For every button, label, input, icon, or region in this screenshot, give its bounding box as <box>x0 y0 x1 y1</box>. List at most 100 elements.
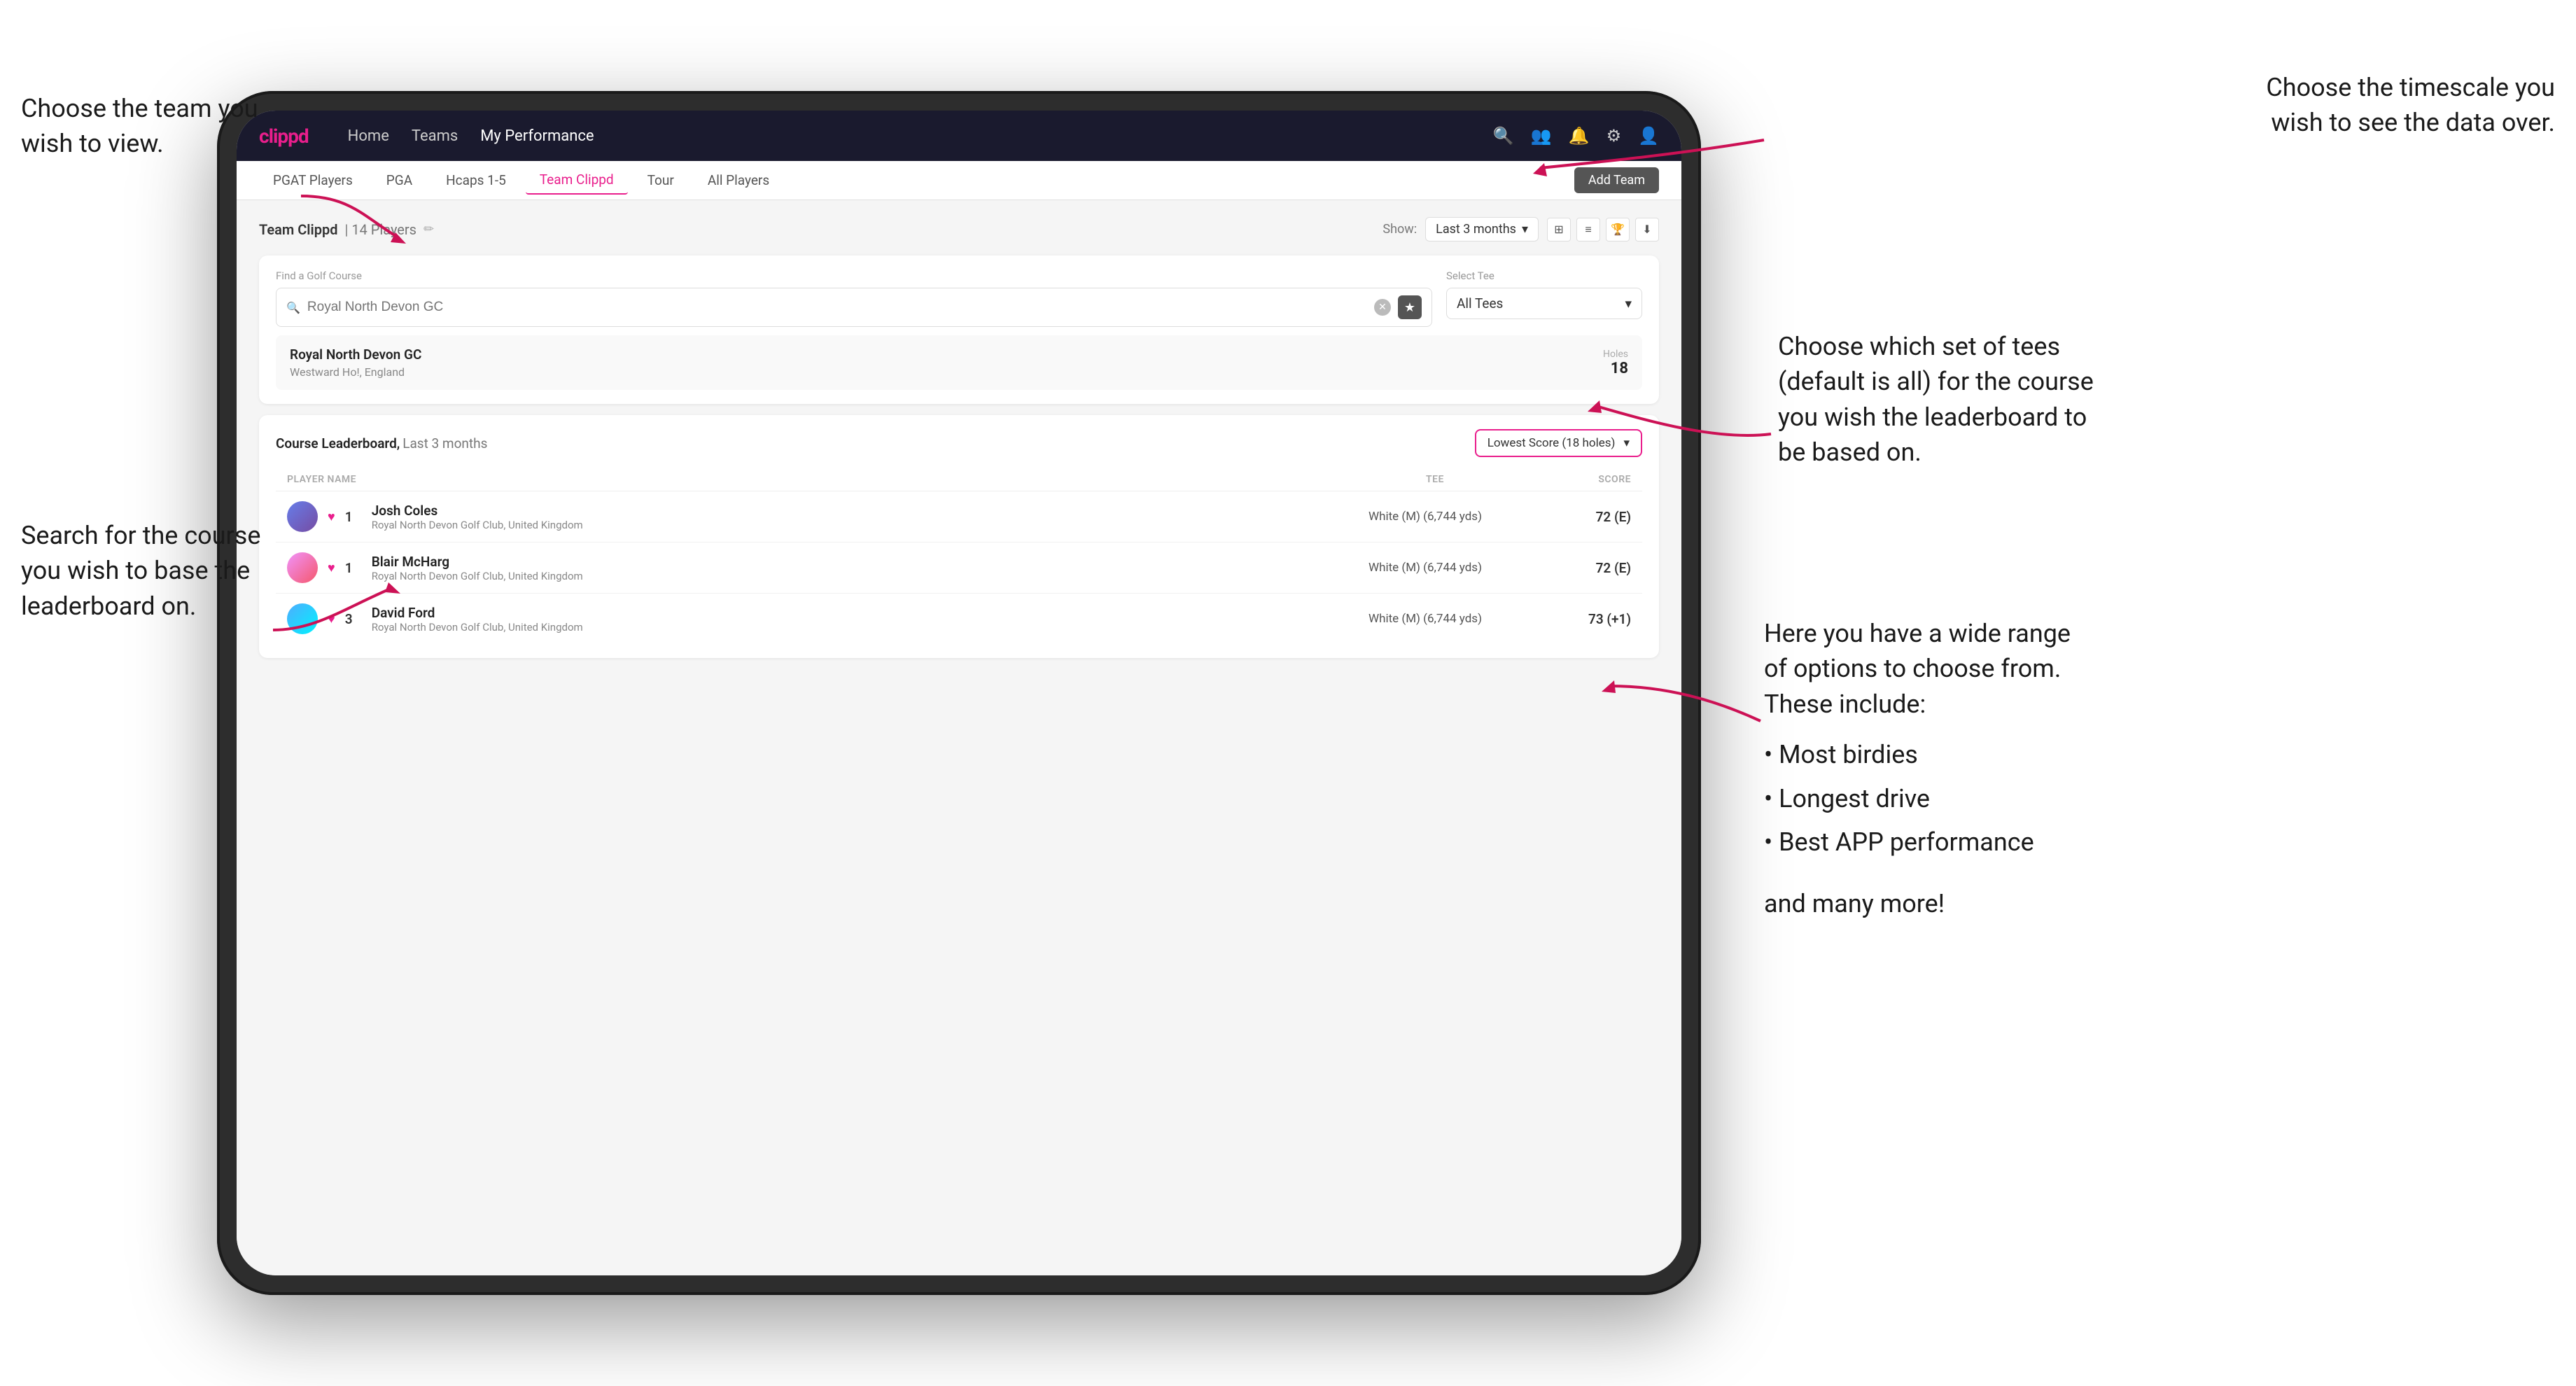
settings-icon[interactable]: ⚙ <box>1606 126 1622 146</box>
course-search-field: Find a Golf Course 🔍 ✕ ★ <box>276 270 1432 327</box>
sub-nav: PGAT Players PGA Hcaps 1-5 Team Clippd T… <box>237 161 1681 200</box>
nav-home[interactable]: Home <box>348 127 389 145</box>
score: 73 (+1) <box>1533 611 1631 627</box>
player-name: Josh Coles <box>372 503 1317 519</box>
team-name: Team Clippd <box>259 221 337 238</box>
leaderboard-title: Course Leaderboard, Last 3 months <box>276 435 487 451</box>
favorite-icon[interactable]: ♥ <box>328 561 335 575</box>
logo: clippd <box>259 125 309 148</box>
table-row: ♥ 3 David Ford Royal North Devon Golf Cl… <box>276 594 1642 644</box>
annotation-top-right: Choose the timescale youwish to see the … <box>1764 70 2555 141</box>
nav-teams[interactable]: Teams <box>412 127 458 145</box>
favorite-icon[interactable]: ♥ <box>328 510 335 524</box>
select-tee-label: Select Tee <box>1446 270 1642 282</box>
nav-icons: 🔍 👥 🔔 ⚙ 👤 <box>1493 126 1659 146</box>
player-info: Blair McHarg Royal North Devon Golf Club… <box>372 554 1317 582</box>
tee-select[interactable]: All Tees ▾ <box>1446 288 1642 319</box>
table-row: ♥ 1 Josh Coles Royal North Devon Golf Cl… <box>276 491 1642 542</box>
clear-button[interactable]: ✕ <box>1374 299 1391 316</box>
find-course-label: Find a Golf Course <box>276 270 1432 282</box>
col-player-header: PLAYER NAME <box>287 474 1337 485</box>
team-header: Team Clippd | 14 Players ✏ Show: Last 3 … <box>259 217 1659 241</box>
nav-links: Home Teams My Performance <box>348 127 1465 145</box>
player-club: Royal North Devon Golf Club, United King… <box>372 621 1317 634</box>
tee-info: White (M) (6,744 yds) <box>1327 561 1523 575</box>
leaderboard-header: Course Leaderboard, Last 3 months Lowest… <box>276 429 1642 457</box>
option-birdies: Most birdies <box>1764 733 2071 776</box>
and-more: and many more! <box>1764 886 2071 921</box>
leaderboard-filter[interactable]: Lowest Score (18 holes) ▾ <box>1475 429 1642 457</box>
table-row: ♥ 1 Blair McHarg Royal North Devon Golf … <box>276 542 1642 594</box>
tab-pgat[interactable]: PGAT Players <box>259 167 367 194</box>
nav-bar: clippd Home Teams My Performance 🔍 👥 🔔 ⚙… <box>237 111 1681 161</box>
option-app: Best APP performance <box>1764 820 2071 864</box>
rank: 1 <box>345 509 362 525</box>
holes-label: Holes <box>1603 349 1628 360</box>
team-count: | 14 Players <box>344 221 416 238</box>
annotation-mid-right: Choose which set of tees(default is all)… <box>1778 329 2094 470</box>
course-location: Westward Ho!, England <box>290 365 421 379</box>
player-club: Royal North Devon Golf Club, United King… <box>372 570 1317 582</box>
favorite-button[interactable]: ★ <box>1398 295 1422 319</box>
edit-icon[interactable]: ✏ <box>424 222 434 237</box>
chevron-down-icon: ▾ <box>1623 436 1630 450</box>
leaderboard-section: Course Leaderboard, Last 3 months Lowest… <box>259 415 1659 658</box>
holes-number: 18 <box>1603 360 1628 377</box>
team-title: Team Clippd | 14 Players ✏ <box>259 221 434 238</box>
search-section: Find a Golf Course 🔍 ✕ ★ Select Tee All … <box>259 255 1659 404</box>
tablet-frame: clippd Home Teams My Performance 🔍 👥 🔔 ⚙… <box>217 91 1701 1295</box>
course-info: Royal North Devon GC Westward Ho!, Engla… <box>290 346 421 379</box>
search-icon: 🔍 <box>286 301 300 314</box>
show-label: Show: <box>1382 222 1417 237</box>
chevron-down-icon: ▾ <box>1625 295 1632 312</box>
profile-icon[interactable]: 👤 <box>1638 126 1659 146</box>
chevron-down-icon: ▾ <box>1522 222 1528 237</box>
score: 72 (E) <box>1533 560 1631 576</box>
download-button[interactable]: ⬇ <box>1635 218 1659 241</box>
nav-my-performance[interactable]: My Performance <box>480 127 594 145</box>
options-list: Most birdies Longest drive Best APP perf… <box>1764 733 2071 864</box>
view-icons: ⊞ ≡ 🏆 ⬇ <box>1547 218 1659 241</box>
annotation-top-left: Choose the team youwish to view. <box>21 91 258 162</box>
player-info: David Ford Royal North Devon Golf Club, … <box>372 605 1317 634</box>
player-name: Blair McHarg <box>372 554 1317 570</box>
bell-icon[interactable]: 🔔 <box>1569 126 1590 146</box>
tab-team-clippd[interactable]: Team Clippd <box>526 166 628 195</box>
leaderboard-table-header: PLAYER NAME TEE SCORE <box>276 468 1642 491</box>
option-drive: Longest drive <box>1764 777 2071 820</box>
score: 72 (E) <box>1533 509 1631 525</box>
annotation-bottom-left: Search for the courseyou wish to base th… <box>21 518 260 624</box>
grid-view-button[interactable]: ⊞ <box>1547 218 1571 241</box>
avatar <box>287 603 318 634</box>
course-search-input-row: 🔍 ✕ ★ <box>276 288 1432 327</box>
player-club: Royal North Devon Golf Club, United King… <box>372 519 1317 531</box>
rank: 1 <box>345 560 362 576</box>
avatar <box>287 552 318 583</box>
rank: 3 <box>345 611 362 627</box>
users-icon[interactable]: 👥 <box>1531 126 1552 146</box>
tab-pga[interactable]: PGA <box>372 167 426 194</box>
trophy-view-button[interactable]: 🏆 <box>1606 218 1630 241</box>
player-info: Josh Coles Royal North Devon Golf Club, … <box>372 503 1317 531</box>
add-team-button[interactable]: Add Team <box>1574 167 1659 193</box>
search-icon[interactable]: 🔍 <box>1493 126 1514 146</box>
tab-all-players[interactable]: All Players <box>694 167 783 194</box>
favorite-icon[interactable]: ♥ <box>328 612 335 626</box>
course-name: Royal North Devon GC <box>290 346 421 363</box>
tee-info: White (M) (6,744 yds) <box>1327 612 1523 626</box>
col-score-header: SCORE <box>1533 474 1631 485</box>
show-controls: Show: Last 3 months ▾ ⊞ ≡ 🏆 ⬇ <box>1382 217 1659 241</box>
list-view-button[interactable]: ≡ <box>1576 218 1600 241</box>
course-result[interactable]: Royal North Devon GC Westward Ho!, Engla… <box>276 335 1642 390</box>
avatar <box>287 501 318 532</box>
search-row: Find a Golf Course 🔍 ✕ ★ Select Tee All … <box>276 270 1642 327</box>
tablet-screen: clippd Home Teams My Performance 🔍 👥 🔔 ⚙… <box>237 111 1681 1275</box>
player-name: David Ford <box>372 605 1317 621</box>
tee-info: White (M) (6,744 yds) <box>1327 510 1523 524</box>
tab-hcaps[interactable]: Hcaps 1-5 <box>432 167 520 194</box>
tab-tour[interactable]: Tour <box>634 167 688 194</box>
content-area: Team Clippd | 14 Players ✏ Show: Last 3 … <box>237 200 1681 1275</box>
course-search-input[interactable] <box>307 300 1367 315</box>
col-tee-header: TEE <box>1337 474 1533 485</box>
show-select[interactable]: Last 3 months ▾ <box>1425 217 1539 241</box>
